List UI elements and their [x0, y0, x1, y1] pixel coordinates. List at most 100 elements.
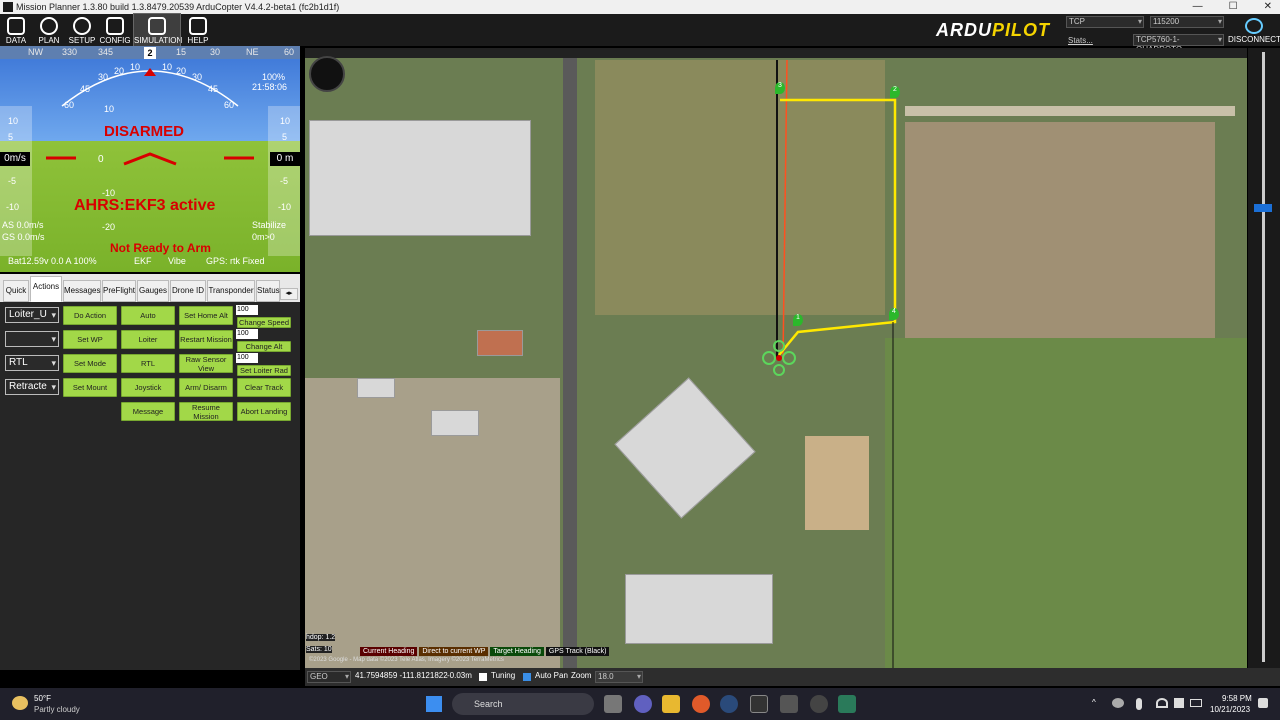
- tab-preflight[interactable]: PreFlight: [102, 280, 136, 302]
- set-home-alt-button[interactable]: Set Home Alt: [179, 306, 233, 325]
- tab-drone-id[interactable]: Drone ID: [170, 280, 206, 302]
- obs-icon[interactable]: [810, 695, 828, 713]
- waypoint-marker[interactable]: 1: [793, 314, 803, 326]
- maximize-button[interactable]: ☐: [1229, 0, 1238, 14]
- vibe-indicator[interactable]: Vibe: [168, 256, 186, 266]
- alt-tick: -5: [280, 176, 289, 186]
- change-speed-button[interactable]: Change Speed: [237, 317, 291, 328]
- pitch-tick: 10: [104, 104, 115, 114]
- chat-icon[interactable]: [634, 695, 652, 713]
- port-select[interactable]: TCP5760-1-QUADROTO: [1133, 34, 1224, 54]
- task-view-icon[interactable]: [604, 695, 622, 713]
- speed-tick: -5: [8, 176, 17, 186]
- waypoint-marker[interactable]: 4: [889, 308, 899, 320]
- minimize-button[interactable]: —: [1193, 0, 1203, 14]
- toolbar-plan-button[interactable]: PLAN: [33, 14, 65, 46]
- alt-input[interactable]: 100: [236, 329, 258, 339]
- data-icon: [7, 17, 25, 35]
- baud-rate-select[interactable]: 115200: [1150, 16, 1224, 28]
- close-button[interactable]: ✕: [1264, 0, 1272, 14]
- set-mode-button[interactable]: Set Mode: [63, 354, 117, 373]
- alt-tick: -10: [278, 202, 292, 212]
- do-action-button[interactable]: Do Action: [63, 306, 117, 325]
- joystick-button[interactable]: Joystick: [121, 378, 175, 397]
- sats-readout: Sats: 10: [306, 646, 332, 653]
- steam-icon[interactable]: [720, 695, 738, 713]
- tab-messages[interactable]: Messages: [63, 280, 101, 302]
- clear-track-button[interactable]: Clear Track: [237, 378, 291, 397]
- legend-gps-track: GPS Track (Black): [545, 647, 610, 656]
- start-icon[interactable]: [426, 696, 442, 712]
- zoom-slider[interactable]: [1254, 204, 1272, 212]
- map-view[interactable]: 3 2 1 4 hdop: 1.2 Sats: 10 ©2023 Google …: [305, 48, 1247, 668]
- loiter-rad-input[interactable]: 100: [236, 353, 258, 363]
- clock-time[interactable]: 9:58 PM: [1222, 694, 1252, 703]
- actions-panel: Loiter_U RTL Retracte Do Action Set WP S…: [0, 302, 300, 670]
- rtl-button[interactable]: RTL: [121, 354, 175, 373]
- coord-type-select[interactable]: GEO: [307, 671, 351, 683]
- set-wp-button[interactable]: Set WP: [63, 330, 117, 349]
- arm-disarm-button[interactable]: Arm/ Disarm: [179, 378, 233, 397]
- microphone-icon[interactable]: [1136, 698, 1142, 710]
- speed-tick: -10: [6, 202, 20, 212]
- wifi-icon[interactable]: [1156, 698, 1168, 708]
- mode-action-select[interactable]: Loiter_U: [5, 307, 59, 323]
- resume-mission-button[interactable]: Resume Mission: [179, 402, 233, 421]
- map-compass-icon[interactable]: [309, 56, 345, 92]
- search-box[interactable]: Search: [452, 693, 594, 715]
- roll-tick: 30: [98, 72, 109, 82]
- tab-actions[interactable]: Actions: [30, 276, 62, 302]
- volume-icon[interactable]: [1174, 698, 1184, 708]
- stats-link[interactable]: Stats...: [1068, 36, 1093, 45]
- loiter-button[interactable]: Loiter: [121, 330, 175, 349]
- toolbar-data-button[interactable]: DATA: [0, 14, 32, 46]
- altitude-readout: -0.03m: [447, 671, 472, 680]
- speed-input[interactable]: 100: [236, 305, 258, 315]
- connection-type-select[interactable]: TCP: [1066, 16, 1144, 28]
- waypoint-marker[interactable]: 2: [890, 86, 900, 98]
- tab-scroll-buttons[interactable]: ◂▸: [280, 288, 298, 300]
- clock-date[interactable]: 10/21/2023: [1210, 705, 1250, 714]
- firefox-icon[interactable]: [692, 695, 710, 713]
- autopan-checkbox[interactable]: [523, 673, 531, 681]
- tuning-checkbox[interactable]: [479, 673, 487, 681]
- file-explorer-icon[interactable]: [662, 695, 680, 713]
- mission-planner-icon[interactable]: [780, 695, 798, 713]
- auto-button[interactable]: Auto: [121, 306, 175, 325]
- waypoint-select[interactable]: [5, 331, 59, 347]
- tab-status[interactable]: Status: [256, 280, 280, 302]
- os-taskbar: 50°F Partly cloudy Search ^ 9:58 PM 10/2…: [0, 688, 1280, 720]
- tab-gauges[interactable]: Gauges: [137, 280, 169, 302]
- tab-quick[interactable]: Quick: [3, 280, 29, 302]
- waypoint-marker[interactable]: 3: [775, 82, 785, 94]
- app-icon[interactable]: [838, 695, 856, 713]
- set-mount-button[interactable]: Set Mount: [63, 378, 117, 397]
- change-alt-button[interactable]: Change Alt: [237, 341, 291, 352]
- terminal-icon[interactable]: [750, 695, 768, 713]
- legend-current-heading: Current Heading: [360, 647, 418, 656]
- raw-sensor-view-button[interactable]: Raw Sensor View: [179, 354, 233, 373]
- link-quality: 100%: [262, 72, 286, 82]
- set-loiter-rad-button[interactable]: Set Loiter Rad: [237, 365, 291, 376]
- mode-select[interactable]: RTL: [5, 355, 59, 371]
- network-tray-icon[interactable]: [1112, 698, 1124, 708]
- ekf-indicator[interactable]: EKF: [134, 256, 152, 266]
- flight-mode: Stabilize: [252, 220, 287, 230]
- mount-select[interactable]: Retracte: [5, 379, 59, 395]
- notification-icon[interactable]: [1258, 698, 1268, 708]
- abort-landing-button[interactable]: Abort Landing: [237, 402, 291, 421]
- toolbar-config-button[interactable]: CONFIG: [99, 14, 131, 46]
- battery-icon[interactable]: [1190, 699, 1202, 707]
- legend-direct-wp: Direct to current WP: [419, 647, 489, 656]
- battery-readout: Bat12.59v 0.0 A 100%: [8, 256, 97, 266]
- hdop-readout: hdop: 1.2: [306, 634, 336, 641]
- toolbar-help-button[interactable]: HELP: [182, 14, 214, 46]
- zoom-input[interactable]: 18.0: [595, 671, 643, 683]
- toolbar-setup-button[interactable]: SETUP: [66, 14, 98, 46]
- message-button[interactable]: Message: [121, 402, 175, 421]
- tab-transponder[interactable]: Transponder: [207, 280, 255, 302]
- restart-mission-button[interactable]: Restart Mission: [179, 330, 233, 349]
- disconnect-button[interactable]: DISCONNECT: [1228, 14, 1280, 46]
- tray-chevron-icon[interactable]: ^: [1092, 698, 1096, 707]
- toolbar-simulation-button[interactable]: SIMULATION: [133, 13, 182, 47]
